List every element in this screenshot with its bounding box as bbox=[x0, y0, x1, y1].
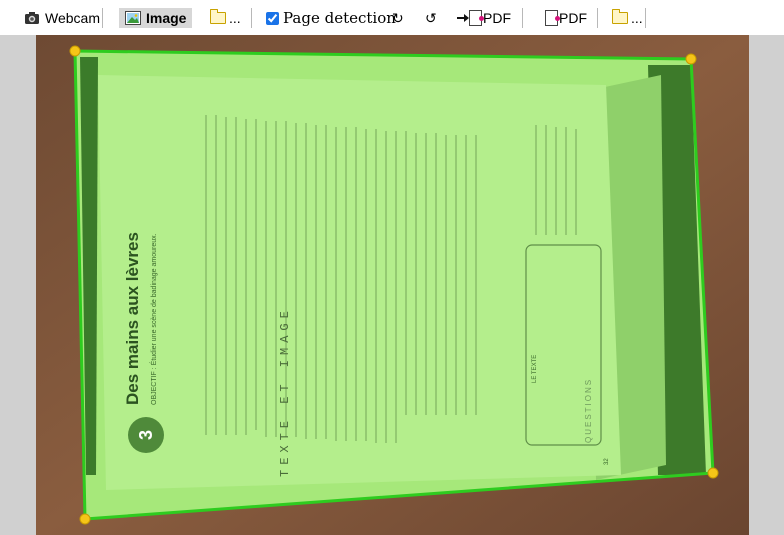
book-questions-label: QUESTIONS bbox=[584, 378, 593, 443]
folder-icon bbox=[209, 9, 226, 24]
toolbar-separator bbox=[645, 8, 646, 28]
image-button[interactable]: Image bbox=[119, 8, 193, 28]
rotate-counterclockwise-button[interactable]: ↺ bbox=[425, 8, 437, 28]
page-detection-label: Page detection bbox=[283, 9, 396, 27]
toolbar-separator bbox=[251, 8, 252, 28]
save-pdf-button[interactable]: PDF bbox=[545, 8, 587, 28]
open-file-label: ... bbox=[229, 10, 241, 26]
open-folder-button[interactable]: ... bbox=[611, 8, 643, 28]
open-folder-label: ... bbox=[631, 10, 643, 26]
image-viewport: 3 Des mains aux lèvres OBJECTIF : Étudie… bbox=[0, 35, 784, 535]
book-title: Des mains aux lèvres bbox=[123, 232, 142, 405]
book-section: LE TEXTE bbox=[532, 355, 538, 383]
page-detection-toggle[interactable]: Page detection bbox=[266, 8, 396, 28]
rotate-counterclockwise-icon: ↺ bbox=[425, 9, 437, 26]
arrow-to-pdf-icon bbox=[457, 10, 484, 26]
scanned-photo: 3 Des mains aux lèvres OBJECTIF : Étudie… bbox=[36, 35, 749, 535]
toolbar-separator bbox=[597, 8, 598, 28]
book-page-number: 32 bbox=[604, 458, 610, 465]
page-detection-checkbox[interactable] bbox=[266, 11, 279, 25]
book-header: TEXTE ET IMAGE bbox=[278, 306, 292, 477]
toolbar-separator bbox=[102, 8, 103, 28]
image-label: Image bbox=[146, 10, 187, 26]
corner-handle-bottom-right[interactable] bbox=[707, 467, 719, 479]
camera-icon bbox=[24, 11, 40, 25]
chapter-number: 3 bbox=[136, 430, 156, 440]
export-pdf-button[interactable]: PDF bbox=[457, 8, 511, 28]
book-objective: OBJECTIF : Étudier une scène de badinage… bbox=[149, 233, 158, 405]
folder-icon bbox=[611, 9, 628, 24]
toolbar-separator bbox=[522, 8, 523, 28]
save-pdf-label: PDF bbox=[559, 10, 587, 26]
rotate-clockwise-button[interactable]: ↻ bbox=[392, 8, 404, 28]
webcam-button[interactable]: Webcam bbox=[24, 8, 100, 28]
pdf-document-icon bbox=[545, 10, 560, 26]
rotate-clockwise-icon: ↻ bbox=[392, 9, 404, 26]
book-page bbox=[98, 75, 621, 490]
image-icon bbox=[125, 11, 141, 25]
corner-handle-top-right[interactable] bbox=[685, 53, 697, 65]
toolbar: Webcam Image ... Page detection ↻ ↺ PDF … bbox=[0, 0, 784, 35]
corner-handle-top-left[interactable] bbox=[69, 45, 81, 57]
corner-handle-bottom-left[interactable] bbox=[79, 513, 91, 525]
webcam-label: Webcam bbox=[45, 10, 100, 26]
open-file-button[interactable]: ... bbox=[209, 8, 241, 28]
export-pdf-label: PDF bbox=[483, 10, 511, 26]
